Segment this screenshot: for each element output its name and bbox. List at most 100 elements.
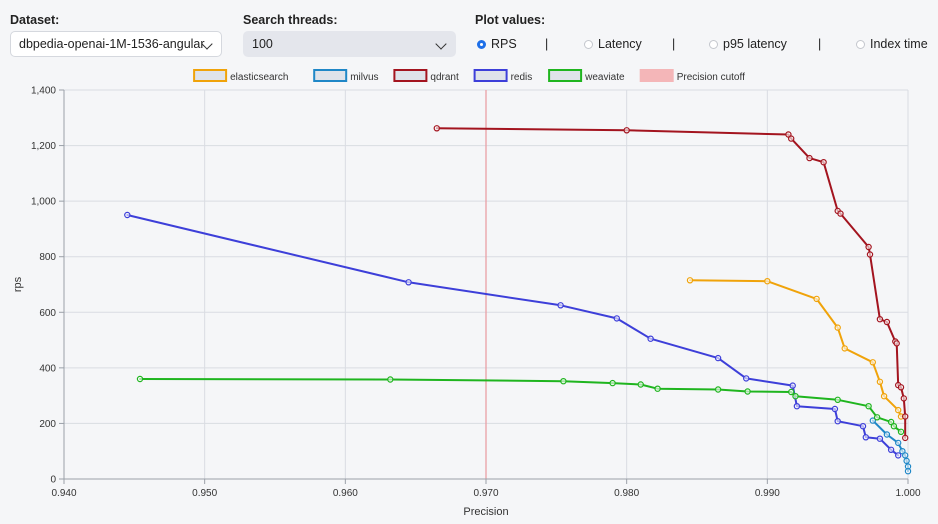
threads-label: Search threads: [243,13,338,27]
data-point-redis [405,279,412,286]
data-point-weaviate [788,388,795,396]
data-point-qdrant [806,154,813,162]
series-line-redis [126,214,900,457]
plot-values-label: Plot values: [475,13,546,27]
data-point-elasticsearch [686,277,694,284]
data-point-qdrant [837,210,844,217]
radio-unselected-icon [584,39,593,49]
data-point-weaviate [887,418,895,426]
data-point-qdrant [876,316,884,323]
data-point-weaviate [560,378,567,385]
data-point-elasticsearch [897,413,905,420]
data-point-weaviate [834,396,841,403]
series-line-milvus [871,419,909,473]
series-line-elasticsearch [689,279,902,418]
x-tick-label: 0.970 [473,488,498,499]
data-point-qdrant [865,243,872,251]
data-point-qdrant [883,318,891,326]
data-point-weaviate [897,428,905,435]
data-point-weaviate [637,381,644,388]
chart-axes: 0.940 0.950 0.960 0.970 0.980 0.990 1.000 0 200 4… [12,86,921,519]
separator: | [818,37,822,51]
legend-swatch [393,69,428,82]
x-tick-label: 0.950 [192,488,217,499]
rps-precision-chart: elasticsearch milvus qdrant redis weaviate Pr… [12,69,921,519]
chart-series [124,125,912,475]
data-point-milvus [902,452,909,459]
radio-index-time-label: Index time [870,37,928,51]
data-point-weaviate [744,388,751,395]
data-point-qdrant [895,381,902,389]
separator: | [672,37,676,51]
legend-label: milvus [350,72,378,83]
data-point-milvus [904,468,912,475]
radio-index-time[interactable]: Index time [856,37,928,51]
data-point-redis [613,315,621,322]
data-point-redis [714,354,722,362]
y-tick-label: 200 [39,419,56,430]
data-point-qdrant [893,340,900,347]
legend-swatch [548,69,583,82]
legend-label: Precision cutoff [677,72,745,83]
y-tick-label: 1,200 [31,141,56,152]
dataset-label: Dataset: [10,13,60,27]
data-point-weaviate [890,423,898,430]
x-tick-label: 0.980 [614,488,639,499]
data-point-qdrant [892,338,899,345]
data-point-redis [793,403,801,410]
data-point-redis [557,302,564,309]
data-point-qdrant [897,384,905,391]
chart-legend[interactable]: elasticsearch milvus qdrant redis weaviate Pr… [193,69,745,83]
y-tick-label: 600 [39,308,56,319]
threads-select[interactable]: 100 [243,31,456,57]
data-point-qdrant [788,135,795,142]
data-point-elasticsearch [895,406,902,414]
data-point-weaviate [873,414,881,421]
data-point-milvus [883,431,891,438]
data-point-qdrant [902,434,909,442]
data-point-redis [743,375,750,382]
legend-label: weaviate [584,72,625,83]
data-point-elasticsearch [764,278,771,285]
data-point-weaviate [609,379,616,387]
data-point-elasticsearch [834,324,841,331]
radio-latency[interactable]: Latency [584,37,642,51]
data-point-redis [876,435,884,442]
y-tick-label: 1,400 [31,86,56,97]
x-tick-label: 0.990 [755,488,780,499]
dataset-select[interactable]: dbpedia-openai-1M-1536-angular [10,31,222,57]
data-point-elasticsearch [813,295,820,303]
legend-label: redis [511,72,533,83]
data-point-qdrant [866,251,874,258]
data-point-qdrant [820,158,827,166]
data-point-weaviate [865,403,872,410]
data-point-qdrant [623,127,630,134]
legend-label: elasticsearch [230,72,288,83]
data-point-redis [647,335,654,342]
data-point-elasticsearch [880,393,888,400]
data-point-redis [859,423,867,430]
data-point-elasticsearch [869,359,877,366]
data-point-redis [895,452,902,459]
data-point-milvus [903,457,910,465]
radio-p95-latency[interactable]: p95 latency [709,37,787,51]
data-point-redis [789,382,796,389]
data-point-qdrant [834,207,841,215]
data-point-milvus [895,439,902,447]
series-line-weaviate [139,378,902,433]
data-point-elasticsearch [876,378,884,385]
chart-grid [63,89,909,480]
data-point-weaviate [136,375,144,383]
radio-rps[interactable]: RPS [477,37,517,51]
x-tick-label: 1.000 [895,488,920,499]
data-point-milvus [904,463,912,470]
data-point-weaviate [714,386,722,393]
x-axis-title: Precision [463,506,508,518]
y-tick-label: 800 [39,252,56,263]
data-point-weaviate [792,393,799,400]
x-tick-label: 0.960 [333,488,358,499]
radio-unselected-icon [856,39,865,49]
radio-rps-label: RPS [491,37,517,51]
data-point-redis [831,405,839,413]
radio-selected-icon [477,39,486,49]
